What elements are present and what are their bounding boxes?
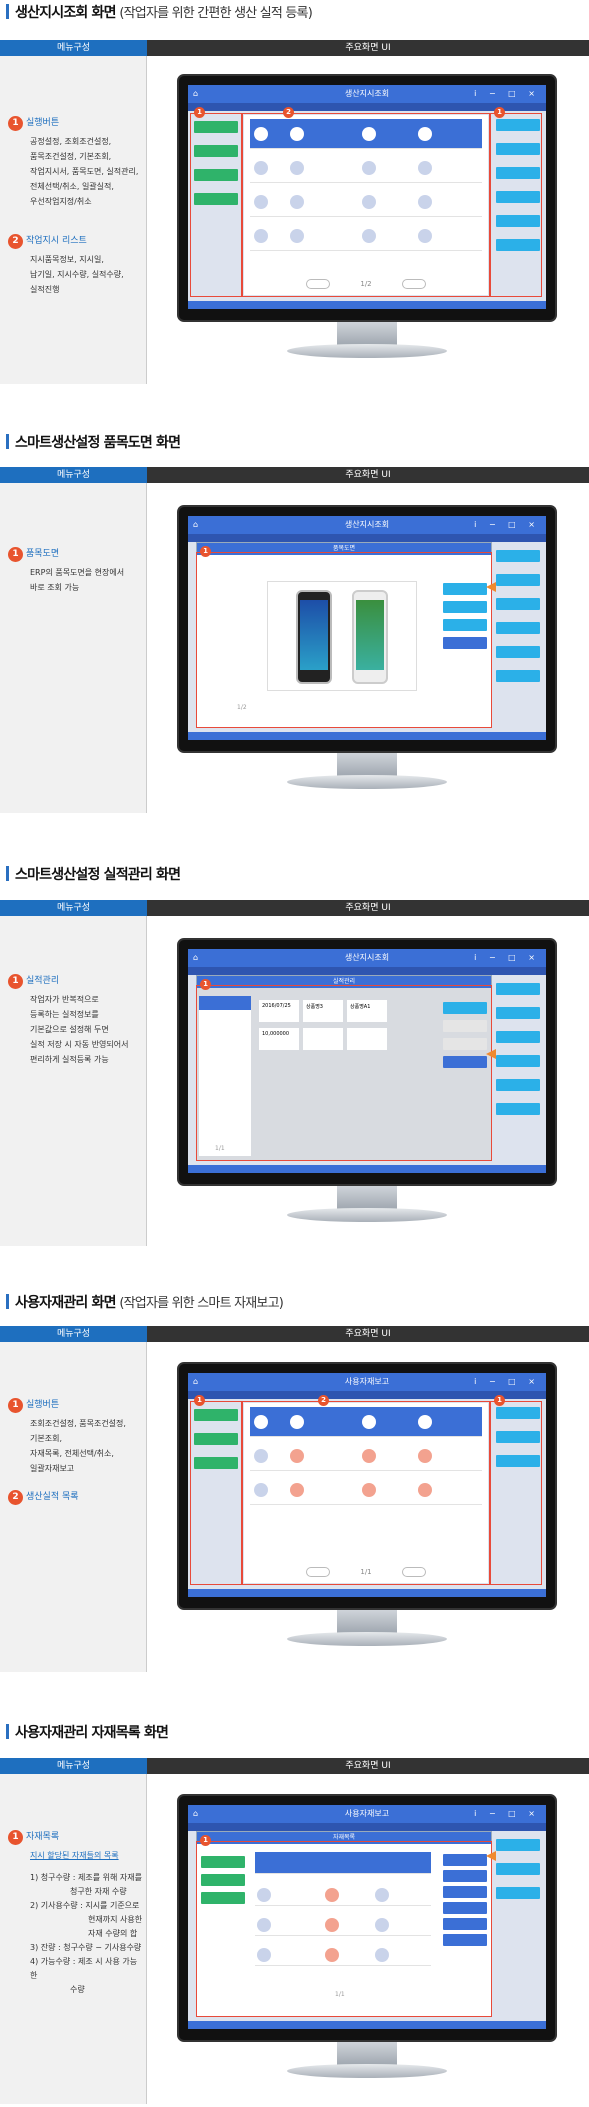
menu-header: 메뉴구성: [0, 40, 147, 56]
section-title: 스마트생산설정 실적관리 화면: [6, 864, 181, 888]
marker-badge: 1: [194, 107, 205, 118]
highlight-box: [196, 552, 492, 728]
menu-item: 2 작업지시 리스트 지시품목정보, 지시일, 납기일, 지시수량, 실적수량, 실적…: [8, 234, 144, 297]
section-table: 메뉴구성 주요화면 UI 1 실행버튼 조회조건설정, 품목조건설정, 기본조회, 자…: [0, 1326, 589, 1672]
ui-header: 주요화면 UI: [147, 467, 589, 483]
arrow-icon: [486, 1049, 496, 1059]
marker-badge: 1: [200, 979, 211, 990]
ui-header: 주요화면 UI: [147, 1758, 589, 1774]
section-title: 생산지시조회 화면 (작업자를 위한 간편한 생산 실적 등록): [6, 2, 313, 26]
menu-column: 1 품목도면 ERP의 품목도면을 현장에서 바로 조회 가능: [0, 483, 147, 813]
menu-header: 메뉴구성: [0, 1326, 147, 1342]
marker-badge: 1: [200, 546, 211, 557]
menu-item: 1 실행버튼 공정설정, 조회조건설정, 품목조건설정, 기본조회, 작업지시서, 품…: [8, 116, 144, 209]
menu-header: 메뉴구성: [0, 900, 147, 916]
menu-item: 1 품목도면 ERP의 품목도면을 현장에서 바로 조회 가능: [8, 547, 144, 595]
highlight-box: [490, 113, 542, 297]
app-screen: ⌂ 생산지시조회 i − □ × 1/2 1 2 1: [188, 85, 546, 309]
section-title: 사용자재관리 화면 (작업자를 위한 스마트 자재보고): [6, 1292, 284, 1316]
section-table: 메뉴구성 주요화면 UI 1 품목도면 ERP의 품목도면을 현장에서 바로 조회 …: [0, 467, 589, 813]
app-screen: ⌂ 사용자재보고 i − □ × 1/1 1 2 1: [188, 1373, 546, 1597]
home-icon[interactable]: ⌂: [193, 85, 198, 103]
app-screen: ⌂ 생산지시조회 i − □ × 품목도면 1/2 1: [188, 516, 546, 740]
menu-header: 메뉴구성: [0, 467, 147, 483]
ui-column: ⌂ 사용자재보고 i − □ × 자재목록 1/1 1: [147, 1774, 589, 2104]
ui-header: 주요화면 UI: [147, 1326, 589, 1342]
menu-column: 1 자재목록 지시 할당된 자재들의 목록 1) 청구수량 : 제조를 위해 자재…: [0, 1774, 147, 2104]
ui-column: ⌂ 생산지시조회 i − □ × 품목도면 1/2 1: [147, 483, 589, 813]
app-screen: ⌂ 생산지시조회 i − □ × 실적관리 1/1 2016/07/25 상품명3 …: [188, 949, 546, 1173]
marker-badge: 2: [283, 107, 294, 118]
section-title: 사용자재관리 자재목록 화면: [6, 1722, 169, 1746]
marker-badge: 1: [494, 107, 505, 118]
app-screen: ⌂ 사용자재보고 i − □ × 자재목록 1/1 1: [188, 1805, 546, 2029]
highlight-box: [242, 113, 490, 297]
section-table: 메뉴구성 주요화면 UI 1 실행버튼 공정설정, 조회조건설정, 품목조건설정, …: [0, 40, 589, 384]
ui-column: ⌂ 사용자재보고 i − □ × 1/1 1 2 1: [147, 1342, 589, 1672]
section-title: 스마트생산설정 품목도면 화면: [6, 432, 181, 456]
highlight-box: [190, 113, 242, 297]
menu-header: 메뉴구성: [0, 1758, 147, 1774]
ui-column: ⌂ 생산지시조회 i − □ × 1/2 1 2 1: [147, 56, 589, 384]
menu-column: 1 실행버튼 조회조건설정, 품목조건설정, 기본조회, 자재목록, 전체선택/취소,…: [0, 1342, 147, 1672]
section-table: 메뉴구성 주요화면 UI 1 실적관리 작업자가 반복적으로 등록하는 실적정보를 기…: [0, 900, 589, 1246]
menu-item: 2 생산실적 목록: [8, 1490, 144, 1506]
menu-column: 1 실행버튼 공정설정, 조회조건설정, 품목조건설정, 기본조회, 작업지시서, 품…: [0, 56, 147, 384]
ui-header: 주요화면 UI: [147, 900, 589, 916]
ui-header: 주요화면 UI: [147, 40, 589, 56]
menu-item: 1 실행버튼 조회조건설정, 품목조건설정, 기본조회, 자재목록, 전체선택/취소,…: [8, 1398, 144, 1476]
menu-column: 1 실적관리 작업자가 반복적으로 등록하는 실적정보를 기본값으로 설정해 두면 실적…: [0, 916, 147, 1246]
highlight-box: [196, 985, 492, 1161]
ui-column: ⌂ 생산지시조회 i − □ × 실적관리 1/1 2016/07/25 상품명3 …: [147, 916, 589, 1246]
menu-item: 1 실적관리 작업자가 반복적으로 등록하는 실적정보를 기본값으로 설정해 두면 실적…: [8, 974, 144, 1067]
menu-item: 1 자재목록 지시 할당된 자재들의 목록 1) 청구수량 : 제조를 위해 자재…: [8, 1830, 144, 1997]
section-table: 메뉴구성 주요화면 UI 1 자재목록 지시 할당된 자재들의 목록 1) 청구수…: [0, 1758, 589, 2104]
arrow-icon: [486, 582, 496, 592]
